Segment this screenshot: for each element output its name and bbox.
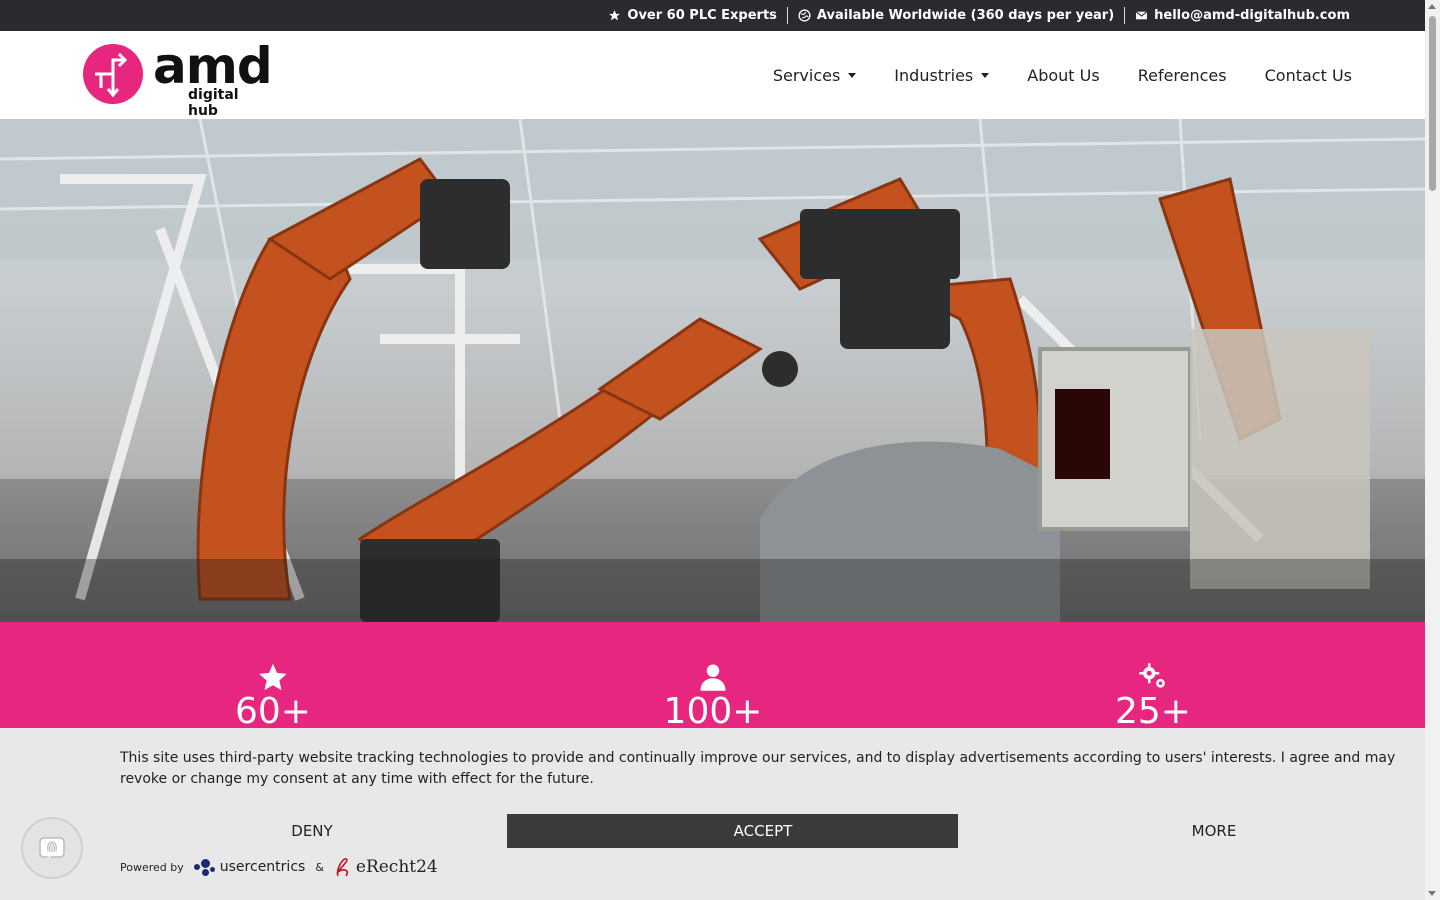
stat-experts: 60+ bbox=[193, 662, 353, 732]
more-button[interactable]: MORE bbox=[958, 814, 1440, 848]
deny-button[interactable]: DENY bbox=[56, 814, 568, 848]
scroll-up-icon[interactable] bbox=[1428, 4, 1436, 9]
top-info-bar: Over 60 PLC Experts Available Worldwide … bbox=[0, 0, 1425, 31]
nav-about-us-label: About Us bbox=[1027, 65, 1100, 85]
stat-years: 25+ bbox=[1073, 662, 1233, 732]
stats-band: 60+ 100+ 25+ bbox=[0, 622, 1425, 732]
nav-references-label: References bbox=[1137, 65, 1227, 85]
main-nav: Services Industries About Us References … bbox=[773, 31, 1352, 119]
experts-info: Over 60 PLC Experts bbox=[598, 7, 787, 24]
scroll-down-icon[interactable] bbox=[1428, 891, 1436, 896]
erecht-signature-icon bbox=[335, 858, 348, 877]
nav-contact-us-label: Contact Us bbox=[1264, 65, 1352, 85]
caret-down-icon bbox=[848, 72, 857, 78]
stat-years-value: 25+ bbox=[1115, 691, 1191, 732]
page-scrollbar[interactable] bbox=[1425, 0, 1440, 900]
usercentrics-label: usercentrics bbox=[219, 859, 306, 875]
experts-label: Over 60 PLC Experts bbox=[627, 8, 777, 23]
globe-icon bbox=[798, 9, 811, 22]
factory-robots-illustration bbox=[0, 119, 1425, 622]
usercentrics-logo[interactable]: usercentrics bbox=[193, 857, 306, 877]
hero-image bbox=[0, 119, 1425, 622]
user-icon bbox=[700, 664, 726, 691]
site-header: amd digital hub Services Industries Abou… bbox=[0, 31, 1425, 119]
cookie-banner: This site uses third-party website track… bbox=[0, 728, 1440, 900]
cookie-text: This site uses third-party website track… bbox=[120, 750, 1396, 787]
gears-icon bbox=[1139, 663, 1165, 688]
stat-clients: 100+ bbox=[633, 662, 793, 732]
powered-by: Powered by usercentrics & eRecht24 bbox=[120, 856, 438, 878]
nav-services-label: Services bbox=[772, 65, 841, 85]
amd-logo[interactable]: amd digital hub bbox=[83, 37, 273, 119]
nav-industries-label: Industries bbox=[894, 65, 974, 85]
availability-label: Available Worldwide (360 days per year) bbox=[816, 8, 1115, 23]
stat-experts-value: 60+ bbox=[235, 691, 311, 732]
nav-contact-us[interactable]: Contact Us bbox=[1265, 66, 1352, 85]
erecht24-label: eRecht24 bbox=[355, 857, 438, 877]
scroll-thumb[interactable] bbox=[1429, 16, 1436, 191]
nav-about-us[interactable]: About Us bbox=[1027, 66, 1099, 85]
stat-clients-value: 100+ bbox=[663, 691, 763, 732]
powered-by-label: Powered by bbox=[120, 860, 184, 874]
email-link[interactable]: hello@amd-digitalhub.com bbox=[1154, 8, 1350, 23]
privacy-settings-button[interactable] bbox=[21, 817, 83, 879]
star-icon bbox=[609, 10, 621, 21]
availability-info: Available Worldwide (360 days per year) bbox=[786, 7, 1124, 24]
email-info[interactable]: hello@amd-digitalhub.com bbox=[1124, 7, 1350, 24]
logo-subtitle: digital hub bbox=[188, 87, 239, 119]
fingerprint-icon bbox=[39, 837, 65, 859]
erecht24-logo[interactable]: eRecht24 bbox=[334, 856, 438, 878]
nav-services[interactable]: Services bbox=[772, 65, 857, 85]
amp-label: & bbox=[315, 860, 324, 874]
star-icon bbox=[259, 663, 287, 691]
usercentrics-dots-icon bbox=[193, 857, 216, 877]
logo-mark bbox=[83, 44, 143, 104]
nav-industries[interactable]: Industries bbox=[894, 65, 990, 85]
accept-button[interactable]: ACCEPT bbox=[507, 814, 1019, 848]
nav-references[interactable]: References bbox=[1138, 66, 1227, 85]
caret-down-icon bbox=[981, 72, 990, 78]
mail-icon bbox=[1135, 11, 1148, 20]
